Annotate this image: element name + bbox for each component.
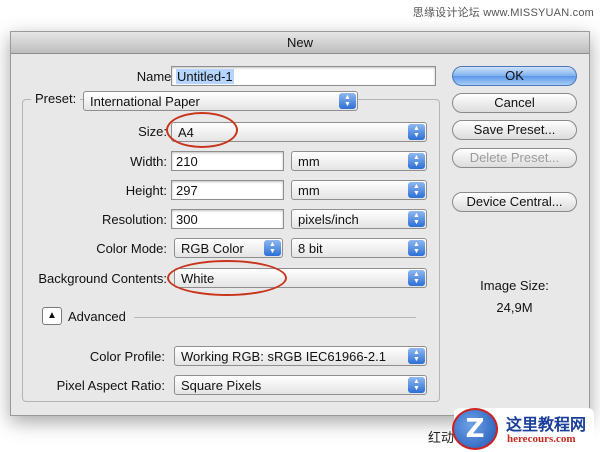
background-contents-popup[interactable]: White ▲ ▼	[174, 268, 427, 288]
color-profile-label: Color Profile:	[89, 349, 165, 364]
delete-preset-button[interactable]: Delete Preset...	[452, 148, 577, 168]
bit-depth-popup[interactable]: 8 bit ▲ ▼	[291, 238, 427, 258]
color-profile-value: Working RGB: sRGB IEC61966-2.1	[181, 349, 386, 364]
pixel-aspect-popup[interactable]: Square Pixels ▲ ▼	[174, 375, 427, 395]
popup-arrows-icon: ▲ ▼	[408, 240, 425, 256]
resolution-field[interactable]: 300	[171, 209, 284, 229]
preset-row: Preset:	[31, 91, 81, 106]
advanced-disclosure-button[interactable]: ▲	[42, 307, 62, 325]
preset-popup[interactable]: International Paper ▲ ▼	[83, 91, 358, 111]
name-label: Name:	[136, 69, 175, 84]
popup-arrows-icon: ▲ ▼	[339, 93, 356, 109]
bottom-caption-text: 红动	[428, 430, 455, 445]
size-label: Size:	[138, 124, 167, 139]
logo-title: 这里教程网	[506, 417, 587, 434]
height-label: Height:	[125, 183, 167, 198]
height-value: 297	[176, 183, 198, 198]
color-mode-label: Color Mode:	[96, 241, 167, 256]
width-unit-popup[interactable]: mm ▲ ▼	[291, 151, 427, 171]
height-field[interactable]: 297	[171, 180, 284, 200]
preset-value: International Paper	[90, 94, 200, 109]
resolution-unit-value: pixels/inch	[298, 212, 359, 227]
image-size-value: 24,9M	[496, 300, 533, 315]
pixel-aspect-value: Square Pixels	[181, 378, 262, 393]
popup-arrows-icon: ▲ ▼	[408, 270, 425, 286]
name-field[interactable]: Untitled-1	[171, 66, 436, 86]
width-field[interactable]: 210	[171, 151, 284, 171]
width-unit-value: mm	[298, 154, 320, 169]
height-unit-popup[interactable]: mm ▲ ▼	[291, 180, 427, 200]
preset-label: Preset:	[35, 91, 77, 106]
logo-mark-letter: Z	[465, 414, 485, 444]
popup-arrows-icon: ▲ ▼	[408, 348, 425, 364]
device-central-button[interactable]: Device Central...	[452, 192, 577, 212]
resolution-unit-popup[interactable]: pixels/inch ▲ ▼	[291, 209, 427, 229]
new-document-dialog: New Name: Untitled-1 Preset: Internation…	[10, 31, 590, 416]
name-value: Untitled-1	[176, 69, 234, 84]
popup-arrows-icon: ▲ ▼	[264, 240, 281, 256]
advanced-divider	[134, 317, 416, 318]
width-label: Width:	[130, 154, 167, 169]
popup-arrows-icon: ▲ ▼	[408, 377, 425, 393]
size-popup[interactable]: A4 ▲ ▼	[171, 122, 427, 142]
image-size-label: Image Size:	[480, 278, 549, 293]
watermark-top-text: 思缘设计论坛 www.MISSYUAN.com	[412, 7, 594, 19]
size-value: A4	[178, 125, 194, 140]
color-mode-value: RGB Color	[181, 241, 244, 256]
pixel-aspect-label: Pixel Aspect Ratio:	[56, 378, 165, 393]
dialog-title: New	[11, 32, 589, 54]
site-logo-mark: Z	[452, 408, 498, 450]
cancel-button[interactable]: Cancel	[452, 93, 577, 113]
color-profile-popup[interactable]: Working RGB: sRGB IEC61966-2.1 ▲ ▼	[174, 346, 427, 366]
height-unit-value: mm	[298, 183, 320, 198]
popup-arrows-icon: ▲ ▼	[408, 124, 425, 140]
ok-button[interactable]: OK	[452, 66, 577, 86]
popup-arrows-icon: ▲ ▼	[408, 211, 425, 227]
logo-subtitle: herecours.com	[507, 433, 576, 445]
resolution-label: Resolution:	[101, 212, 167, 227]
popup-arrows-icon: ▲ ▼	[408, 182, 425, 198]
bit-depth-value: 8 bit	[298, 241, 323, 256]
background-contents-value: White	[181, 271, 215, 286]
background-contents-label: Background Contents:	[38, 271, 167, 286]
save-preset-button[interactable]: Save Preset...	[452, 120, 577, 140]
width-value: 210	[176, 154, 198, 169]
resolution-value: 300	[176, 212, 198, 227]
advanced-label: Advanced	[68, 309, 126, 324]
popup-arrows-icon: ▲ ▼	[408, 153, 425, 169]
color-mode-popup[interactable]: RGB Color ▲ ▼	[174, 238, 283, 258]
